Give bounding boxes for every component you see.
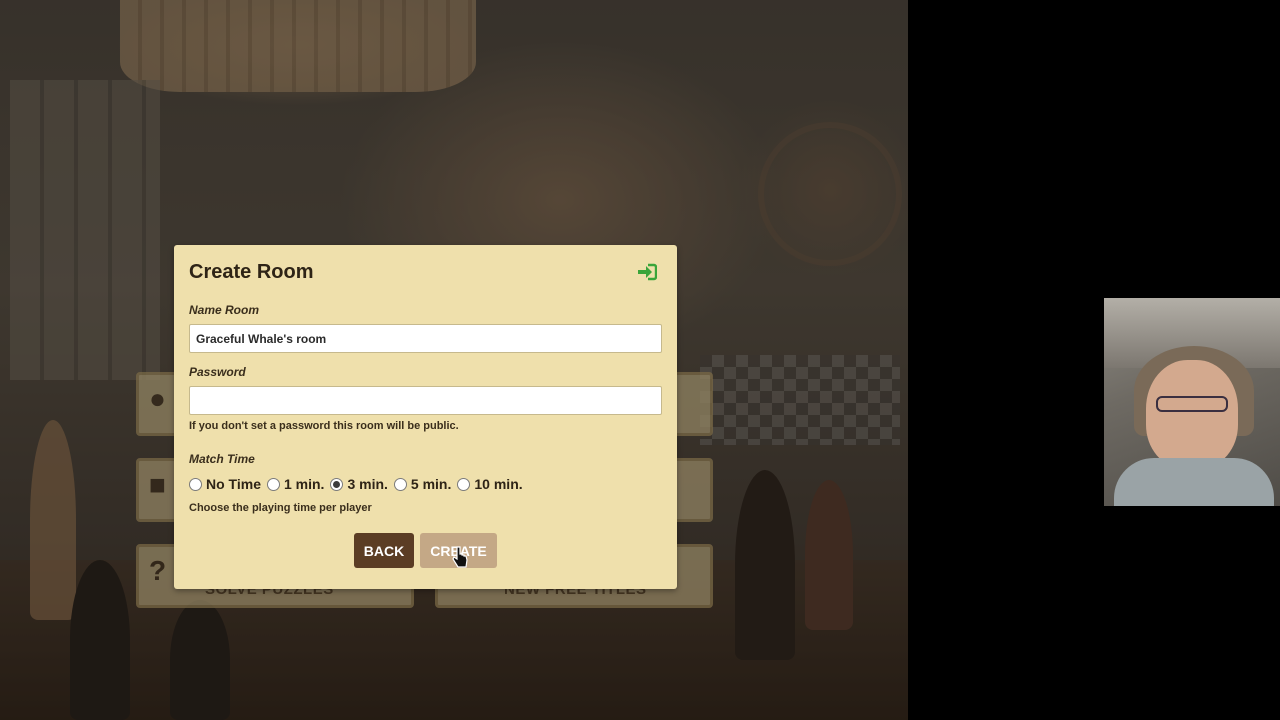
- mouse-pointer-icon: [452, 546, 468, 568]
- webcam-person-glasses: [1156, 396, 1228, 412]
- radio-button[interactable]: [393, 477, 407, 491]
- match-time-label: Match Time: [189, 452, 255, 466]
- modal-title: Create Room: [189, 261, 314, 283]
- radio-button-selected[interactable]: [330, 477, 344, 491]
- match-time-option-10-min[interactable]: 10 min.: [457, 476, 523, 492]
- radio-label: 1 min.: [283, 476, 325, 492]
- name-room-label: Name Room: [189, 303, 260, 317]
- webcam-person-body: [1114, 458, 1274, 506]
- radio-label: No Time: [206, 476, 261, 492]
- match-time-option-no-time[interactable]: No Time: [189, 476, 261, 492]
- password-hint: If you don't set a password this room wi…: [189, 420, 459, 432]
- match-time-hint: Choose the playing time per player: [189, 502, 372, 514]
- name-room-input[interactable]: [189, 324, 662, 353]
- sign-in-icon[interactable]: [637, 263, 657, 281]
- back-button[interactable]: BACK: [354, 533, 414, 568]
- radio-button[interactable]: [457, 477, 471, 491]
- radio-label: 10 min.: [474, 476, 523, 492]
- match-time-radio-group: No Time 1 min. 3 min. 5 min. 10 min.: [189, 476, 529, 492]
- password-input[interactable]: [189, 386, 662, 415]
- match-time-option-1-min[interactable]: 1 min.: [266, 476, 325, 492]
- radio-label: 5 min.: [410, 476, 452, 492]
- radio-button[interactable]: [266, 477, 280, 491]
- webcam-video: [1104, 298, 1280, 506]
- webcam-person-face: [1146, 360, 1238, 468]
- match-time-option-5-min[interactable]: 5 min.: [393, 476, 452, 492]
- radio-button[interactable]: [189, 477, 202, 491]
- match-time-option-3-min[interactable]: 3 min.: [330, 476, 388, 492]
- password-label: Password: [189, 365, 246, 379]
- create-room-modal: Create Room Name Room Password If you do…: [174, 245, 677, 589]
- radio-label: 3 min.: [347, 476, 388, 492]
